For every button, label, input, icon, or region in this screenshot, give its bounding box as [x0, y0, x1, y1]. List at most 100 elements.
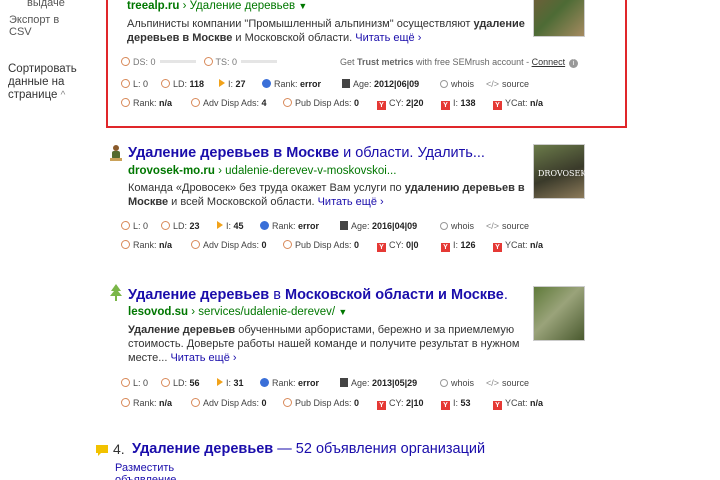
circle-icon: [161, 378, 170, 387]
metric-adv[interactable]: Adv Disp Ads: 0: [191, 240, 267, 250]
result-path[interactable]: › services/udalenie-derevev/: [191, 306, 335, 318]
result-domain[interactable]: treealp.ru: [127, 0, 179, 12]
metric-adv[interactable]: Adv Disp Ads: 4: [191, 98, 267, 108]
metric-cy[interactable]: Y CY: 2|20: [377, 98, 424, 110]
whois-label: whois: [451, 221, 475, 231]
metric-l[interactable]: L: 0: [121, 79, 148, 89]
metric-l[interactable]: L: 0: [121, 378, 148, 388]
title-bold[interactable]: Московской области и Москве: [285, 287, 504, 303]
metric-label: Adv Disp Ads:: [203, 398, 260, 408]
place-ad-link[interactable]: Разместить объявление: [115, 462, 176, 480]
metric-rank[interactable]: Rank: error: [260, 221, 319, 231]
metric-pub[interactable]: Pub Disp Ads: 0: [283, 98, 359, 108]
metric-cy[interactable]: Y CY: 2|10: [377, 398, 424, 410]
whois-icon: [440, 379, 448, 387]
metric-ld[interactable]: LD: 23: [161, 221, 200, 231]
whois-link[interactable]: whois: [440, 221, 474, 231]
title-bold[interactable]: Удаление деревьев: [128, 287, 269, 303]
metric-age[interactable]: Age: 2016|04|09: [340, 221, 417, 231]
metric-ycat[interactable]: Y YCat: n/a: [493, 240, 543, 252]
metric-pub[interactable]: Pub Disp Ads: 0: [283, 240, 359, 250]
dropdown-arrow-icon[interactable]: ▼: [298, 1, 307, 11]
speech-bubble-icon: [96, 445, 108, 456]
metric-i[interactable]: I: 45: [217, 221, 244, 231]
metric-value: 118: [189, 79, 205, 89]
metric-label: YCat:: [505, 98, 528, 108]
metric-rank-2[interactable]: Rank: n/a: [121, 98, 172, 108]
result-url[interactable]: treealp.ru › Удаление деревьев ▼: [127, 0, 307, 12]
metric-value: 45: [233, 221, 244, 231]
result-number: 4.: [113, 441, 125, 457]
whois-link[interactable]: whois: [440, 79, 474, 89]
result-title[interactable]: Удаление деревьев в Московской области и…: [128, 287, 508, 303]
result-path[interactable]: › udalenie-derevev-v-moskovskoi...: [218, 165, 396, 177]
metric-label: Rank:: [133, 240, 157, 250]
metric-pub[interactable]: Pub Disp Ads: 0: [283, 398, 359, 408]
source-link[interactable]: </> source: [486, 221, 529, 231]
dropdown-arrow-icon[interactable]: ▼: [338, 307, 347, 317]
read-more-link[interactable]: Читать ещё ›: [170, 352, 236, 364]
chevron-up-icon[interactable]: ^: [61, 90, 66, 101]
source-link[interactable]: </> source: [486, 79, 529, 89]
circle-icon: [191, 240, 200, 249]
metric-i[interactable]: I: 31: [217, 378, 244, 388]
snippet-text: и всей Московской области.: [168, 196, 318, 208]
metric-age[interactable]: Age: 2013|05|29: [340, 378, 417, 388]
metric-label: LD:: [173, 79, 188, 89]
triangle-icon: [217, 221, 223, 229]
metric-adv[interactable]: Adv Disp Ads: 0: [191, 398, 267, 408]
lumberjack-favicon-icon: [110, 145, 122, 161]
result-thumbnail[interactable]: [533, 286, 585, 341]
read-more-link[interactable]: Читать ещё ›: [355, 32, 421, 44]
metric-rank-2[interactable]: Rank: n/a: [121, 398, 172, 408]
title-bold[interactable]: Удаление деревьев в Москве: [128, 145, 339, 161]
result-domain[interactable]: lesovod.su: [128, 306, 188, 318]
metric-value: 0: [143, 221, 149, 231]
sort-data-link[interactable]: Сортировать данные на странице ^: [8, 63, 96, 102]
metric-rank[interactable]: Rank: error: [262, 79, 321, 89]
metric-label: Rank:: [272, 378, 296, 388]
title-plain[interactable]: — 52 объявления организаций: [273, 441, 485, 457]
metric-cy[interactable]: Y CY: 0|0: [377, 240, 419, 252]
title-plain[interactable]: и области. Удалить...: [339, 145, 485, 161]
metric-ld[interactable]: LD: 56: [161, 378, 200, 388]
metric-l[interactable]: L: 0: [121, 221, 148, 231]
trust-text: Get: [340, 57, 358, 67]
sidebar-partial-label: выдаче: [27, 0, 65, 9]
circle-icon: [191, 398, 200, 407]
metric-rank[interactable]: Rank: error: [260, 378, 319, 388]
read-more-link[interactable]: Читать ещё ›: [318, 196, 384, 208]
metric-i[interactable]: I: 27: [219, 79, 246, 89]
connect-link[interactable]: Connect: [532, 57, 566, 67]
export-csv-link[interactable]: Экспорт в CSV: [9, 14, 99, 38]
metric-ld[interactable]: LD: 118: [161, 79, 204, 89]
result-thumbnail[interactable]: DROVOSEK: [533, 144, 586, 199]
metric-iy[interactable]: Y I: 138: [441, 98, 476, 110]
title-plain[interactable]: в: [269, 287, 285, 303]
metric-iy[interactable]: Y I: 53: [441, 398, 471, 410]
metric-age[interactable]: Age: 2012|06|09: [342, 79, 419, 89]
metric-ycat[interactable]: Y YCat: n/a: [493, 398, 543, 410]
title-bold[interactable]: Удаление деревьев: [132, 441, 273, 457]
metric-value: 0: [261, 240, 267, 250]
source-link[interactable]: </> source: [486, 378, 529, 388]
snippet-text: Команда «Дровосек» без труда окажет Вам …: [128, 182, 405, 194]
result-thumbnail[interactable]: [533, 0, 585, 37]
result-domain[interactable]: drovosek-mo.ru: [128, 165, 215, 177]
whois-link[interactable]: whois: [440, 378, 474, 388]
sort-data-label: Сортировать данные на странице: [8, 63, 77, 101]
metric-ycat[interactable]: Y YCat: n/a: [493, 98, 543, 110]
metric-label: CY:: [389, 398, 404, 408]
title-plain[interactable]: .: [504, 287, 508, 303]
result-title[interactable]: Удаление деревьев — 52 объявления органи…: [132, 441, 485, 457]
metric-rank-2[interactable]: Rank: n/a: [121, 240, 172, 250]
result-url[interactable]: lesovod.su › services/udalenie-derevev/ …: [128, 306, 347, 318]
result-path[interactable]: › Удаление деревьев: [183, 0, 296, 12]
result-url[interactable]: drovosek-mo.ru › udalenie-derevev-v-mosk…: [128, 165, 396, 177]
metric-value: 2|20: [406, 98, 424, 108]
metric-label: Age:: [351, 221, 370, 231]
metric-label: Age:: [351, 378, 370, 388]
info-icon[interactable]: i: [569, 59, 579, 68]
result-title[interactable]: Удаление деревьев в Москве и области. Уд…: [128, 145, 485, 161]
metric-iy[interactable]: Y I: 126: [441, 240, 476, 252]
